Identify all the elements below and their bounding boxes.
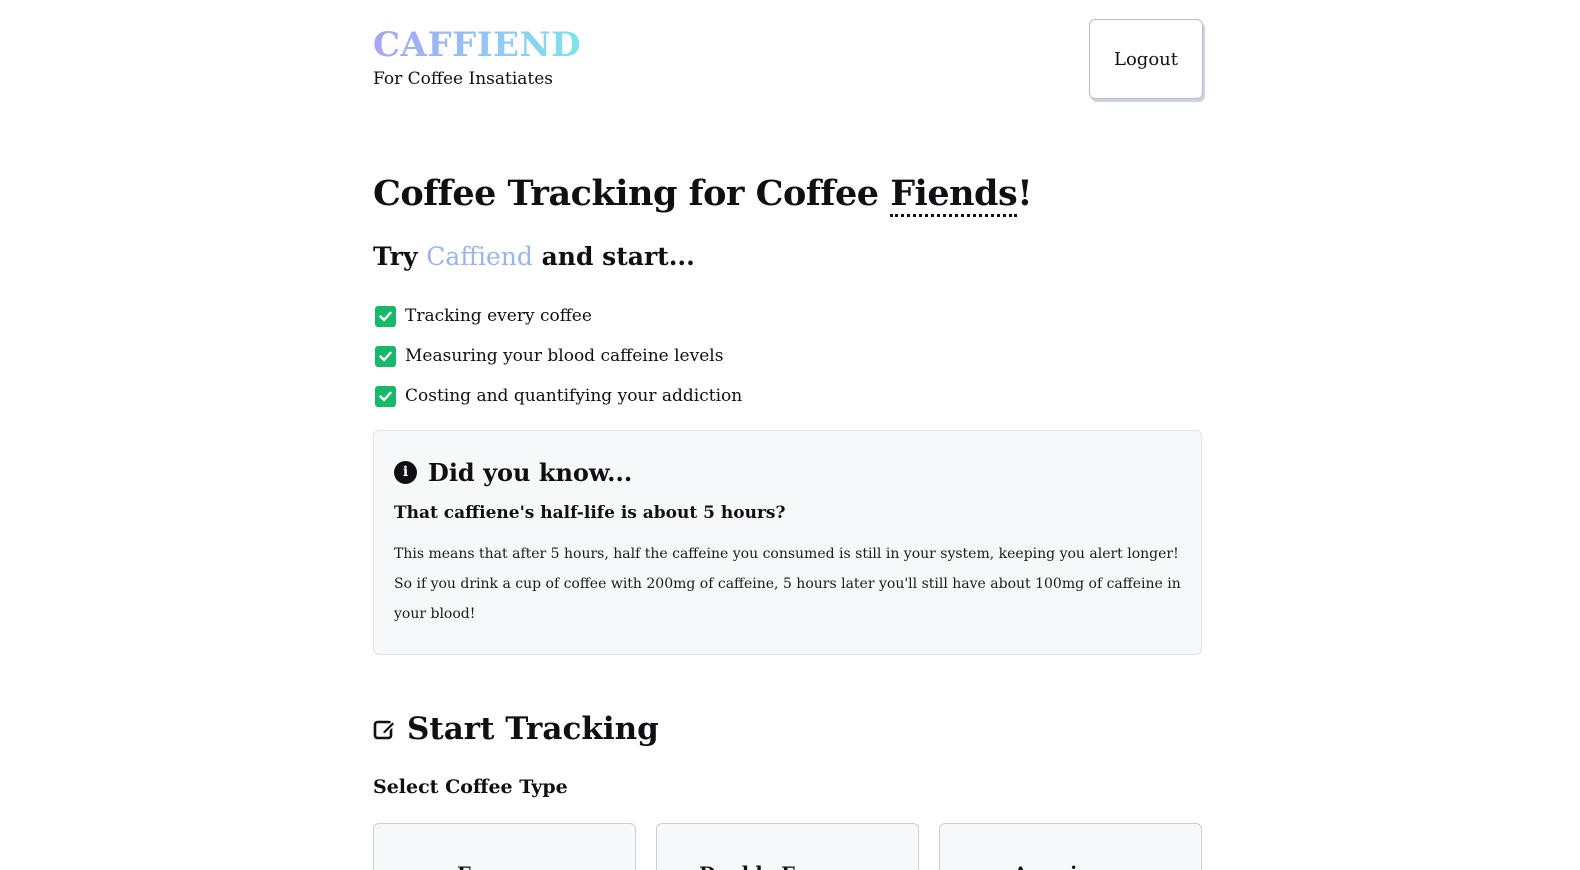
try-brand: Caffiend xyxy=(426,242,533,271)
did-you-know-header: i Did you know... xyxy=(394,455,1181,489)
did-you-know-subtitle: That caffiene's half-life is about 5 hou… xyxy=(394,503,786,523)
did-you-know-body: This means that after 5 hours, half the … xyxy=(394,546,1181,622)
brand-title: CAFFIEND xyxy=(373,25,582,65)
try-suffix: and start... xyxy=(532,242,695,271)
hero-title-prefix: Coffee Tracking for Coffee xyxy=(373,173,891,214)
hero-title-emphasis: Fiends xyxy=(890,173,1018,217)
check-square-icon xyxy=(375,385,396,407)
feature-item: Tracking every coffee xyxy=(375,296,742,336)
select-coffee-type-label: Select Coffee Type xyxy=(373,776,568,798)
start-tracking-title: Start Tracking xyxy=(407,711,659,747)
check-square-icon xyxy=(375,305,396,327)
edit-icon xyxy=(373,720,396,740)
hero-title: Coffee Tracking for Coffee Fiends! xyxy=(373,170,1033,218)
logout-button[interactable]: Logout xyxy=(1089,19,1203,99)
coffee-type-americano[interactable]: Americano xyxy=(939,823,1202,870)
coffee-type-espresso[interactable]: Espresso xyxy=(373,823,636,870)
coffee-type-double-espresso[interactable]: Double Espresso xyxy=(656,823,919,870)
feature-label: Costing and quantifying your addiction xyxy=(405,386,743,406)
feature-label: Tracking every coffee xyxy=(405,306,592,326)
feature-item: Costing and quantifying your addiction xyxy=(375,376,742,416)
page: CAFFIEND For Coffee Insatiates Logout Co… xyxy=(373,0,1203,870)
feature-item: Measuring your blood caffeine levels xyxy=(375,336,742,376)
header: CAFFIEND For Coffee Insatiates Logout xyxy=(373,0,1203,110)
feature-label: Measuring your blood caffeine levels xyxy=(405,346,724,366)
try-line: Try Caffiend and start... xyxy=(373,238,695,276)
try-prefix: Try xyxy=(373,242,427,271)
feature-list: Tracking every coffee Measuring your blo… xyxy=(375,296,742,416)
did-you-know-card: i Did you know... That caffiene's half-l… xyxy=(373,430,1202,655)
info-circle-icon: i xyxy=(394,460,417,484)
hero-title-suffix: ! xyxy=(1017,173,1033,214)
coffee-type-grid: Espresso Double Espresso Americano xyxy=(373,823,1202,870)
start-tracking-header: Start Tracking xyxy=(373,706,659,752)
check-square-icon xyxy=(375,345,396,367)
brand-subtitle: For Coffee Insatiates xyxy=(373,69,554,89)
did-you-know-title: Did you know... xyxy=(428,457,633,487)
brand: CAFFIEND For Coffee Insatiates xyxy=(373,24,581,90)
